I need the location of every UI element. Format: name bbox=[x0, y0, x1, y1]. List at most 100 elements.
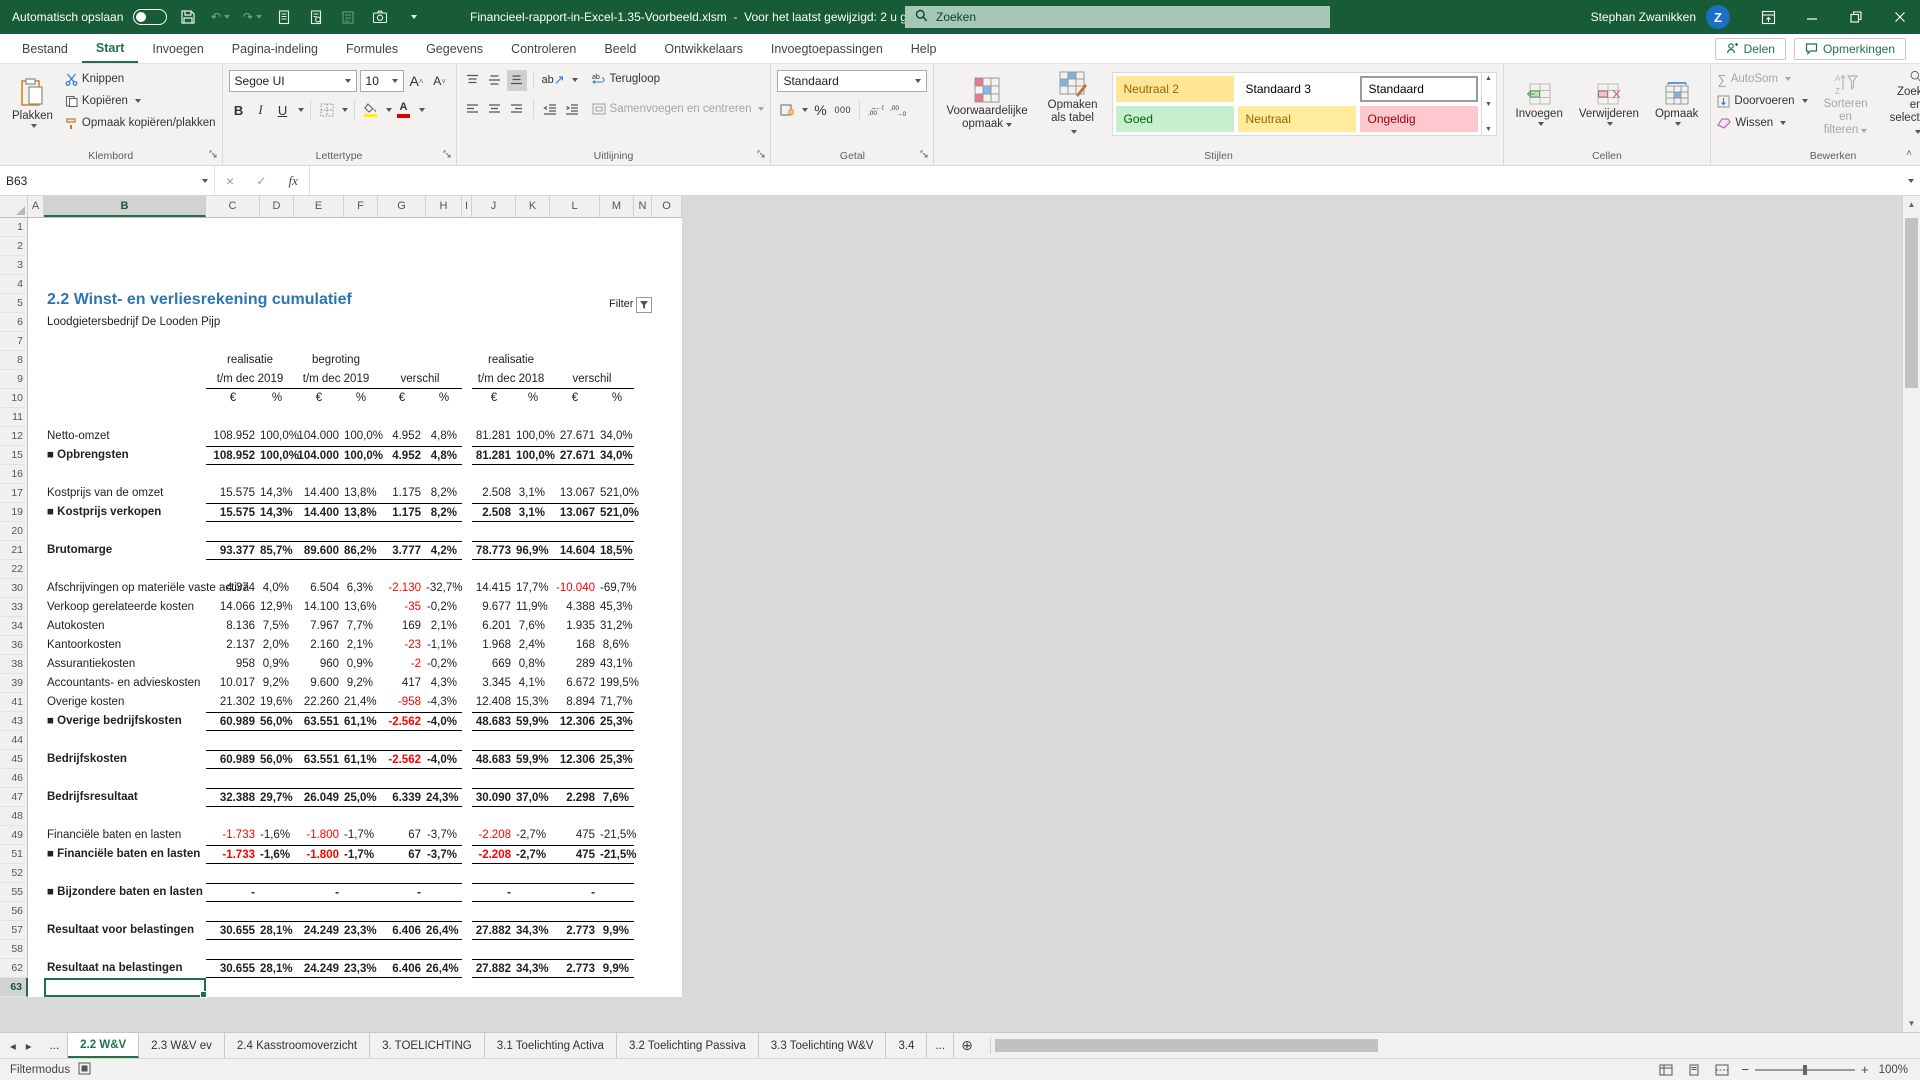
ribbon-tab-pagina-indeling[interactable]: Pagina-indeling bbox=[218, 34, 332, 63]
unit-label[interactable]: € bbox=[206, 389, 260, 408]
cell[interactable]: 7,7% bbox=[344, 617, 378, 636]
cell[interactable] bbox=[634, 959, 682, 978]
cell[interactable] bbox=[462, 484, 472, 503]
cell[interactable] bbox=[28, 807, 44, 826]
cell[interactable]: 60.989 bbox=[206, 750, 260, 769]
expand-formula-bar-icon[interactable] bbox=[1898, 166, 1920, 195]
cell[interactable]: 1.935 bbox=[550, 617, 600, 636]
cell[interactable]: 2,1% bbox=[426, 617, 462, 636]
format-painter-button[interactable]: Opmaak kopiëren/plakken bbox=[65, 112, 216, 134]
cell[interactable]: 0,9% bbox=[260, 655, 294, 674]
cell[interactable]: 100,0% bbox=[344, 427, 378, 446]
cell[interactable]: 8.894 bbox=[550, 693, 600, 712]
increase-font-icon[interactable]: A˄ bbox=[407, 71, 427, 92]
cell[interactable]: 3,1% bbox=[516, 503, 550, 522]
cell[interactable]: 521,0% bbox=[600, 484, 634, 503]
cell[interactable] bbox=[44, 560, 682, 579]
ribbon-tab-beeld[interactable]: Beeld bbox=[590, 34, 650, 63]
cell[interactable]: -10.040 bbox=[550, 579, 600, 598]
cell[interactable]: 34,3% bbox=[516, 921, 550, 940]
scroll-up-icon[interactable]: ▲ bbox=[1903, 200, 1920, 209]
col-group-period[interactable]: verschil bbox=[378, 370, 462, 389]
column-header-F[interactable]: F bbox=[344, 196, 378, 217]
cell[interactable]: 48.683 bbox=[472, 712, 516, 731]
save-icon[interactable] bbox=[177, 6, 199, 28]
cell[interactable] bbox=[634, 503, 682, 522]
row-header-62[interactable]: 62 bbox=[0, 959, 28, 978]
cell[interactable] bbox=[28, 655, 44, 674]
row-header-17[interactable]: 17 bbox=[0, 484, 28, 503]
cell[interactable]: 8,6% bbox=[600, 636, 634, 655]
collapse-ribbon-icon[interactable]: ˄ bbox=[1906, 148, 1912, 159]
cell[interactable]: -3,7% bbox=[426, 826, 462, 845]
cell[interactable]: 100,0% bbox=[516, 446, 550, 465]
cell[interactable] bbox=[634, 446, 682, 465]
cell[interactable]: 100,0% bbox=[260, 446, 294, 465]
row-header-33[interactable]: 33 bbox=[0, 598, 28, 617]
cell[interactable]: 31,2% bbox=[600, 617, 634, 636]
row-label[interactable]: Netto-omzet bbox=[44, 427, 206, 446]
cell[interactable]: 669 bbox=[472, 655, 516, 674]
cell[interactable] bbox=[44, 408, 682, 427]
cell[interactable]: -1,6% bbox=[260, 845, 294, 864]
minimize-button[interactable] bbox=[1792, 0, 1832, 34]
cell[interactable]: 93.377 bbox=[206, 541, 260, 560]
cell[interactable] bbox=[634, 845, 682, 864]
cell[interactable]: 4.952 bbox=[378, 446, 426, 465]
cell[interactable] bbox=[462, 921, 472, 940]
cell[interactable]: -1.800 bbox=[294, 845, 344, 864]
cell[interactable] bbox=[28, 256, 44, 275]
cell[interactable]: -1,7% bbox=[344, 845, 378, 864]
row-header-44[interactable]: 44 bbox=[0, 731, 28, 750]
cell[interactable] bbox=[28, 332, 44, 351]
cell[interactable]: 56,0% bbox=[260, 750, 294, 769]
row-header-36[interactable]: 36 bbox=[0, 636, 28, 655]
cell[interactable]: 60.989 bbox=[206, 712, 260, 731]
restore-button[interactable] bbox=[1836, 0, 1876, 34]
cell[interactable]: 29,7% bbox=[260, 788, 294, 807]
align-center-icon[interactable] bbox=[485, 99, 505, 120]
cell[interactable] bbox=[28, 769, 44, 788]
row-label[interactable]: Overige kosten bbox=[44, 693, 206, 712]
cell[interactable] bbox=[28, 636, 44, 655]
cell[interactable]: 2,4% bbox=[516, 636, 550, 655]
cell[interactable]: -2.208 bbox=[472, 826, 516, 845]
col-group-label[interactable] bbox=[378, 351, 462, 370]
cell[interactable] bbox=[28, 788, 44, 807]
row-header-48[interactable]: 48 bbox=[0, 807, 28, 826]
cell[interactable] bbox=[28, 218, 44, 237]
cell[interactable] bbox=[462, 541, 472, 560]
cell[interactable] bbox=[44, 256, 682, 275]
row-header-4[interactable]: 4 bbox=[0, 275, 28, 294]
cell[interactable] bbox=[28, 712, 44, 731]
sheet-tab-2-4-kasstroomoverzicht[interactable]: 2.4 Kasstroomoverzicht bbox=[225, 1033, 370, 1058]
cell[interactable]: 27.671 bbox=[550, 427, 600, 446]
cell[interactable] bbox=[44, 332, 682, 351]
cell[interactable]: -4,0% bbox=[426, 712, 462, 731]
cell[interactable]: -2.562 bbox=[378, 712, 426, 731]
cell[interactable] bbox=[44, 902, 682, 921]
cell[interactable]: 169 bbox=[378, 617, 426, 636]
column-header-L[interactable]: L bbox=[550, 196, 600, 217]
cell[interactable] bbox=[462, 446, 472, 465]
ribbon-tab-bestand[interactable]: Bestand bbox=[8, 34, 82, 63]
cell[interactable] bbox=[462, 959, 472, 978]
col-group-period[interactable]: t/m dec 2018 bbox=[472, 370, 550, 389]
row-label[interactable]: Assurantiekosten bbox=[44, 655, 206, 674]
cell[interactable] bbox=[462, 655, 472, 674]
zoom-out-icon[interactable]: − bbox=[1741, 1062, 1749, 1077]
cell[interactable]: -2.562 bbox=[378, 750, 426, 769]
cell[interactable]: 7,6% bbox=[600, 788, 634, 807]
cell[interactable] bbox=[28, 503, 44, 522]
unit-label[interactable]: % bbox=[260, 389, 294, 408]
cell[interactable] bbox=[634, 826, 682, 845]
cell[interactable] bbox=[28, 864, 44, 883]
paste-button[interactable]: Plakken bbox=[6, 68, 59, 138]
cell[interactable]: 28,1% bbox=[260, 921, 294, 940]
row-header-46[interactable]: 46 bbox=[0, 769, 28, 788]
ribbon-tab-invoegen[interactable]: Invoegen bbox=[138, 34, 217, 63]
row-header-1[interactable]: 1 bbox=[0, 218, 28, 237]
cell[interactable] bbox=[462, 712, 472, 731]
cell[interactable]: 26.049 bbox=[294, 788, 344, 807]
zoom-slider-knob[interactable] bbox=[1803, 1065, 1807, 1075]
